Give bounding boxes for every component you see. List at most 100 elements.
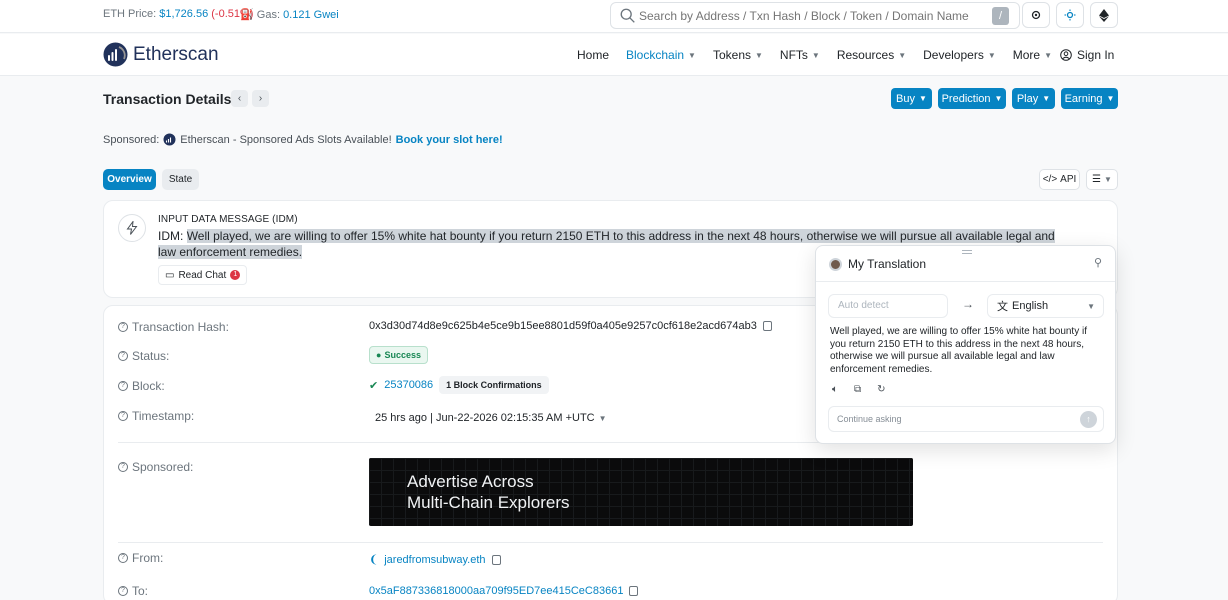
tab-state[interactable]: State xyxy=(162,169,199,190)
search-input[interactable] xyxy=(639,6,979,26)
help-icon[interactable]: ? xyxy=(118,586,128,596)
from-label: ? From: xyxy=(118,551,163,565)
tab-overview[interactable]: Overview xyxy=(103,169,156,190)
speaker-icon[interactable]: 🔈︎ xyxy=(832,384,838,395)
help-icon[interactable]: ? xyxy=(118,381,128,391)
earning-button[interactable]: Earning ▼ xyxy=(1061,88,1118,109)
nav-nfts[interactable]: NFTs ▼ xyxy=(780,48,820,62)
network-button[interactable] xyxy=(1056,2,1084,28)
next-transaction-button[interactable]: › xyxy=(252,90,269,107)
timestamp-dropdown[interactable]: 25 hrs ago | Jun-22-2026 02:15:35 AM +UT… xyxy=(369,407,613,429)
timestamp-label: ? Timestamp: xyxy=(118,409,194,423)
banner-grid-background xyxy=(369,458,913,526)
status-text: Success xyxy=(384,350,421,360)
ens-icon: ❨ xyxy=(369,554,379,566)
etherscan-logo[interactable]: Etherscan xyxy=(103,42,219,67)
nav-home[interactable]: Home xyxy=(577,48,609,62)
eth-price-value[interactable]: $1,726.56 xyxy=(159,8,208,20)
help-icon[interactable]: ? xyxy=(118,553,128,563)
earning-label: Earning xyxy=(1064,92,1103,105)
pin-icon[interactable]: ⚲ xyxy=(1094,256,1102,269)
list-icon: ☰ xyxy=(1092,174,1102,185)
sign-in-link[interactable]: Sign In xyxy=(1060,48,1114,62)
copy-icon[interactable]: ⧉ xyxy=(854,384,861,395)
nav-label: Home xyxy=(577,48,610,62)
nav-more[interactable]: More ▼ xyxy=(1013,48,1052,62)
block-number-link[interactable]: 25370086 xyxy=(384,379,433,391)
from-address-link[interactable]: jaredfromsubway.eth xyxy=(384,554,485,566)
drag-handle[interactable] xyxy=(962,250,972,254)
eth-price: ETH Price: $1,726.56 (-0.51%) xyxy=(103,8,253,20)
nav-label: Blockchain xyxy=(626,48,685,62)
translation-tools: 🔈︎ ⧉ ↻ xyxy=(832,384,886,395)
help-icon[interactable]: ? xyxy=(118,411,128,421)
target-language-select[interactable]: 文 English ▼ xyxy=(987,294,1104,318)
translate-icon: 文 xyxy=(997,301,1008,313)
user-icon xyxy=(1060,49,1072,61)
chevron-down-icon: ▼ xyxy=(1087,302,1095,311)
chevron-down-icon: ▼ xyxy=(898,50,907,60)
timestamp-label-text: Timestamp: xyxy=(132,409,195,423)
status-label: ? Status: xyxy=(118,349,169,363)
view-options-button[interactable]: ☰ ▼ xyxy=(1086,169,1118,190)
continue-asking-input[interactable]: Continue asking ↑ xyxy=(828,406,1104,432)
unread-badge: 1 xyxy=(230,270,241,280)
sun-icon xyxy=(1064,9,1076,21)
target-language-label: English xyxy=(1012,300,1049,312)
read-chat-button[interactable]: ▭ Read Chat 1 xyxy=(158,265,248,285)
prediction-button[interactable]: Prediction ▼ xyxy=(938,88,1006,109)
chevron-down-icon: ▼ xyxy=(919,94,927,103)
sponsored-row-label: ? Sponsored: xyxy=(118,460,193,474)
tx-hash-text[interactable]: 0x3d30d74d8e9c625b4e5ce9b15ee8801d59f0a4… xyxy=(369,320,757,332)
help-icon[interactable]: ? xyxy=(118,462,128,472)
to-label-text: To: xyxy=(132,584,149,598)
chevron-down-icon: ▼ xyxy=(1044,50,1053,60)
lightning-icon xyxy=(118,214,146,242)
gas-icon: ⛽ xyxy=(240,9,254,21)
book-slot-link[interactable]: Book your slot here! xyxy=(396,134,503,146)
gas-value[interactable]: 0.121 Gwei xyxy=(283,9,339,21)
from-value: ❨ jaredfromsubway.eth xyxy=(369,553,501,566)
nav-label: NFTs xyxy=(779,48,808,62)
to-value: 0x5aF887336818000aa709f95ED7ee415CeC8366… xyxy=(369,585,639,597)
sign-in-label: Sign In xyxy=(1077,48,1115,62)
api-button[interactable]: </> API xyxy=(1039,169,1080,190)
advertisement-banner[interactable]: Advertise Across Multi-Chain Explorers xyxy=(369,458,913,526)
eth-network-button[interactable] xyxy=(1090,2,1118,28)
chevron-down-icon: ▼ xyxy=(994,94,1003,103)
send-icon[interactable]: ↑ xyxy=(1080,411,1097,428)
nav-blockchain[interactable]: Blockchain ▼ xyxy=(626,48,696,62)
theme-toggle-button[interactable] xyxy=(1022,2,1050,28)
tx-hash-label: ? Transaction Hash: xyxy=(118,320,229,334)
prev-transaction-button[interactable]: ‹ xyxy=(231,90,248,107)
search-box[interactable]: / xyxy=(610,2,1020,29)
prediction-label: Prediction xyxy=(941,92,991,105)
copy-icon[interactable] xyxy=(762,321,772,331)
nav-resources[interactable]: Resources ▼ xyxy=(837,48,906,62)
etherscan-small-logo-icon xyxy=(163,133,176,146)
copy-icon[interactable] xyxy=(629,586,639,596)
gas-price: ⛽ Gas: 0.121 Gwei xyxy=(240,8,339,21)
chevron-down-icon: ▼ xyxy=(598,413,607,423)
ad-headline-1: Advertise Across xyxy=(407,472,534,491)
sponsored-text: Etherscan - Sponsored Ads Slots Availabl… xyxy=(180,133,392,146)
refresh-icon[interactable]: ↻ xyxy=(877,384,885,395)
to-address-link[interactable]: 0x5aF887336818000aa709f95ED7ee415CeC8366… xyxy=(369,585,623,597)
chevron-down-icon: ▼ xyxy=(1104,175,1112,184)
play-button[interactable]: Play ▼ xyxy=(1012,88,1055,109)
help-icon[interactable]: ? xyxy=(118,351,128,361)
divider xyxy=(118,542,1103,543)
translation-popup: My Translation ⚲ Auto detect → 文 English… xyxy=(815,245,1116,444)
help-icon[interactable]: ? xyxy=(118,322,128,332)
nav-developers[interactable]: Developers ▼ xyxy=(923,48,996,62)
chat-icon: ▭ xyxy=(165,269,175,281)
buy-button[interactable]: Buy ▼ xyxy=(891,88,932,109)
source-language-select[interactable]: Auto detect xyxy=(828,294,948,318)
chevron-down-icon: ▼ xyxy=(811,50,820,60)
top-bar: ETH Price: $1,726.56 (-0.51%) ⛽ Gas: 0.1… xyxy=(0,0,1228,33)
tx-hash-label-text: Transaction Hash: xyxy=(132,320,229,334)
check-circle-icon: ● xyxy=(376,350,382,360)
sponsored-label: Sponsored: xyxy=(103,133,160,146)
copy-icon[interactable] xyxy=(491,554,501,565)
nav-tokens[interactable]: Tokens ▼ xyxy=(713,48,763,62)
